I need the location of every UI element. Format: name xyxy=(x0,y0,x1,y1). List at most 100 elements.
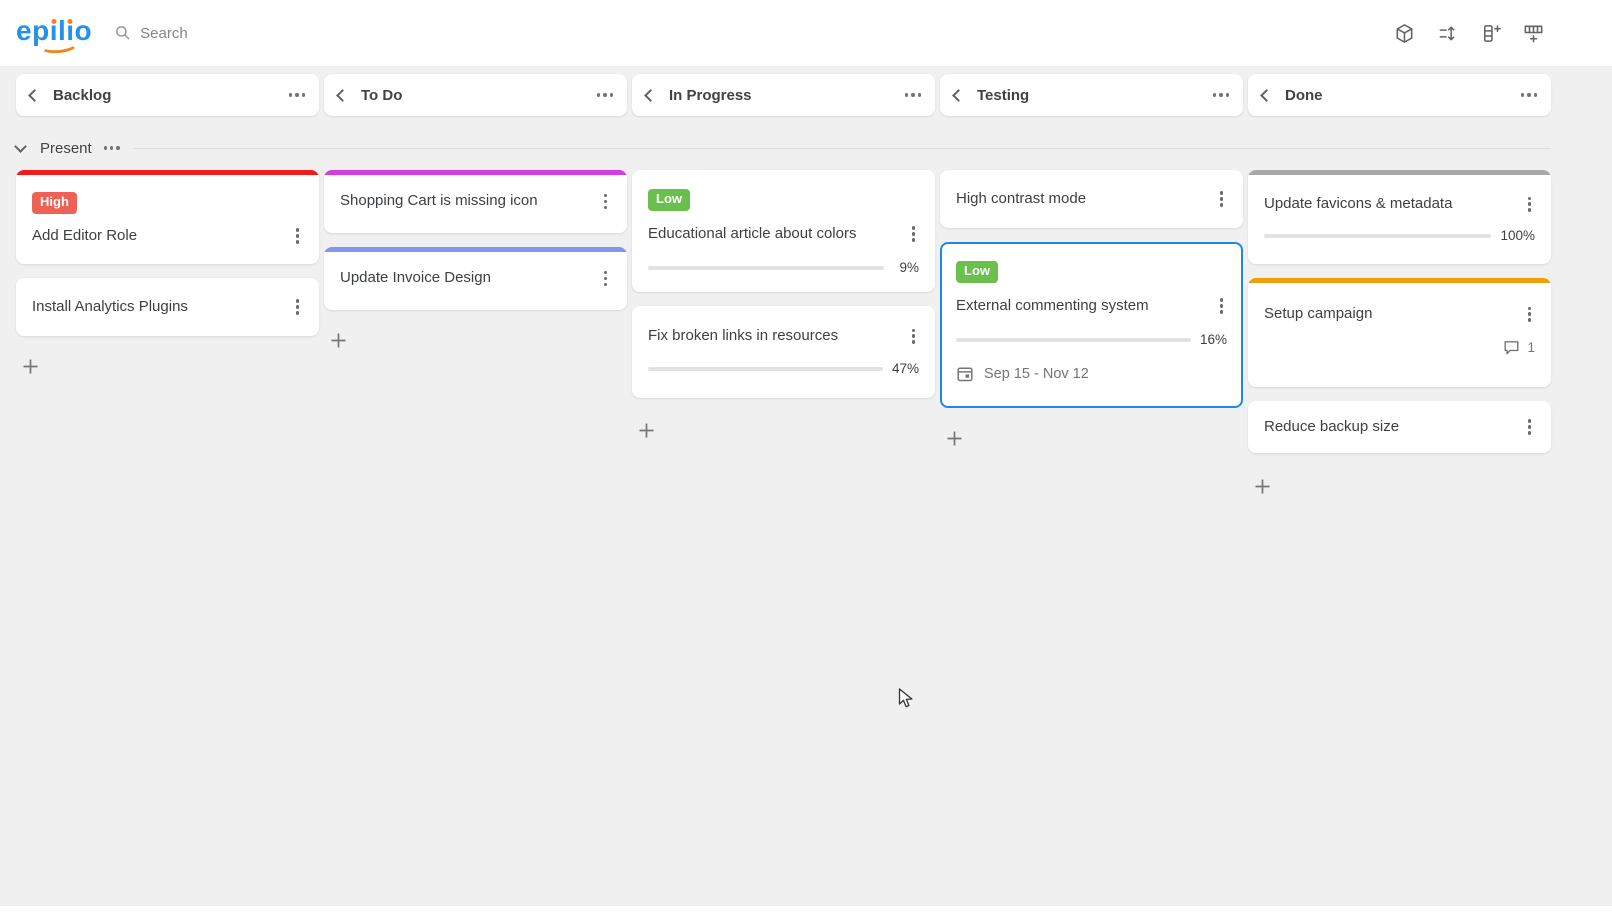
card-shopping-cart-is-missing-icon[interactable]: Shopping Cart is missing icon xyxy=(324,170,627,233)
card-color-strip xyxy=(1248,278,1551,283)
mouse-cursor xyxy=(898,688,917,709)
card-title: Setup campaign xyxy=(1264,304,1372,324)
search-icon xyxy=(114,24,132,42)
progress-percent: 9% xyxy=(893,260,919,275)
column-to-do: To Do Shopping Cart is missing icon Upda… xyxy=(324,74,627,352)
card-title: Add Editor Role xyxy=(32,226,137,246)
column-title: To Do xyxy=(361,87,597,104)
priority-badge: High xyxy=(32,192,77,214)
collapse-column-icon[interactable] xyxy=(644,89,657,102)
app-logo[interactable]: epılıo xyxy=(16,17,92,49)
column-header-in-progress: In Progress xyxy=(632,74,935,116)
card-install-analytics-plugins[interactable]: Install Analytics Plugins xyxy=(16,278,319,336)
calendar-icon xyxy=(956,365,974,383)
card-title: Reduce backup size xyxy=(1264,417,1399,437)
column-menu-icon[interactable] xyxy=(1521,89,1537,100)
plus-icon xyxy=(22,358,39,375)
top-bar: epılıo xyxy=(0,0,1612,66)
card-dates: Sep 15 - Nov 12 xyxy=(956,365,1227,383)
add-card-button[interactable] xyxy=(946,430,963,450)
card-menu-icon[interactable] xyxy=(908,327,919,346)
column-title: Done xyxy=(1285,87,1521,104)
column-menu-icon[interactable] xyxy=(1213,89,1229,100)
column-header-done: Done xyxy=(1248,74,1551,116)
card-color-strip xyxy=(324,170,627,175)
card-menu-icon[interactable] xyxy=(908,224,919,243)
column-menu-icon[interactable] xyxy=(289,89,305,100)
column-backlog: Backlog High Add Editor Role Install Ana… xyxy=(16,74,319,378)
plus-icon xyxy=(330,332,347,349)
search-input[interactable] xyxy=(140,25,560,42)
collapse-column-icon[interactable] xyxy=(28,89,41,102)
card-menu-icon[interactable] xyxy=(1524,305,1535,324)
column-header-backlog: Backlog xyxy=(16,74,319,116)
card-update-favicons-metadata[interactable]: Update favicons & metadata 100% xyxy=(1248,170,1551,264)
priority-badge: Low xyxy=(648,189,690,211)
card-fix-broken-links-in-resources[interactable]: Fix broken links in resources 47% xyxy=(632,306,935,398)
column-title: Testing xyxy=(977,87,1213,104)
add-card-button[interactable] xyxy=(638,422,655,442)
comment-count: 1 xyxy=(1264,339,1535,356)
card-title: Fix broken links in resources xyxy=(648,326,838,346)
card-menu-icon[interactable] xyxy=(1216,296,1227,315)
card-add-editor-role[interactable]: High Add Editor Role xyxy=(16,170,319,264)
column-header-testing: Testing xyxy=(940,74,1243,116)
add-card-button[interactable] xyxy=(1254,478,1271,498)
add-card-button[interactable] xyxy=(22,358,39,378)
card-update-invoice-design[interactable]: Update Invoice Design xyxy=(324,247,627,310)
card-title: Educational article about colors xyxy=(648,224,856,244)
card-menu-icon[interactable] xyxy=(600,269,611,288)
column-title: Backlog xyxy=(53,87,289,104)
sort-icon[interactable] xyxy=(1432,18,1462,48)
collapse-column-icon[interactable] xyxy=(952,89,965,102)
card-title: Install Analytics Plugins xyxy=(32,297,188,317)
progress-percent: 16% xyxy=(1200,332,1227,347)
card-setup-campaign[interactable]: Setup campaign 1 xyxy=(1248,278,1551,387)
card-external-commenting-system[interactable]: Low External commenting system 16% Sep 1… xyxy=(940,242,1243,408)
card-color-strip xyxy=(324,247,627,252)
card-menu-icon[interactable] xyxy=(1524,417,1535,436)
card-menu-icon[interactable] xyxy=(292,226,303,245)
comment-count-text: 1 xyxy=(1527,340,1535,355)
priority-badge: Low xyxy=(956,261,998,283)
card-high-contrast-mode[interactable]: High contrast mode xyxy=(940,170,1243,228)
progress-bar: 16% xyxy=(956,332,1227,347)
card-menu-icon[interactable] xyxy=(600,192,611,211)
column-header-to-do: To Do xyxy=(324,74,627,116)
add-card-button[interactable] xyxy=(330,332,347,352)
column-testing: Testing High contrast mode Low External … xyxy=(940,74,1243,450)
plus-icon xyxy=(638,422,655,439)
column-menu-icon[interactable] xyxy=(905,89,921,100)
card-title: High contrast mode xyxy=(956,189,1086,209)
progress-percent: 47% xyxy=(892,361,919,376)
add-column-icon[interactable] xyxy=(1475,18,1505,48)
column-done: Done Update favicons & metadata 100% Set… xyxy=(1248,74,1551,498)
column-in-progress: In Progress Low Educational article abou… xyxy=(632,74,935,442)
progress-percent: 100% xyxy=(1500,228,1535,243)
card-menu-icon[interactable] xyxy=(1524,195,1535,214)
progress-bar: 47% xyxy=(648,361,919,376)
package-icon[interactable] xyxy=(1389,18,1419,48)
column-menu-icon[interactable] xyxy=(597,89,613,100)
kanban-board: Present Backlog High Add Editor Role Ins… xyxy=(0,66,1612,906)
search-bar xyxy=(114,24,1389,42)
comment-icon xyxy=(1503,339,1520,356)
card-title: Update favicons & metadata xyxy=(1264,194,1452,214)
card-menu-icon[interactable] xyxy=(1216,189,1227,208)
collapse-column-icon[interactable] xyxy=(336,89,349,102)
collapse-column-icon[interactable] xyxy=(1260,89,1273,102)
card-educational-article-about-colors[interactable]: Low Educational article about colors 9% xyxy=(632,170,935,292)
column-title: In Progress xyxy=(669,87,905,104)
card-menu-icon[interactable] xyxy=(292,297,303,316)
card-reduce-backup-size[interactable]: Reduce backup size xyxy=(1248,401,1551,453)
add-swimlane-icon[interactable] xyxy=(1518,18,1548,48)
card-color-strip xyxy=(1248,170,1551,175)
progress-bar: 9% xyxy=(648,260,919,275)
plus-icon xyxy=(1254,478,1271,495)
horizontal-scrollbar-track[interactable] xyxy=(0,906,1612,919)
date-range-text: Sep 15 - Nov 12 xyxy=(984,366,1089,382)
card-title: Update Invoice Design xyxy=(340,268,491,288)
card-title: Shopping Cart is missing icon xyxy=(340,191,538,211)
plus-icon xyxy=(946,430,963,447)
header-toolbar xyxy=(1389,18,1548,48)
